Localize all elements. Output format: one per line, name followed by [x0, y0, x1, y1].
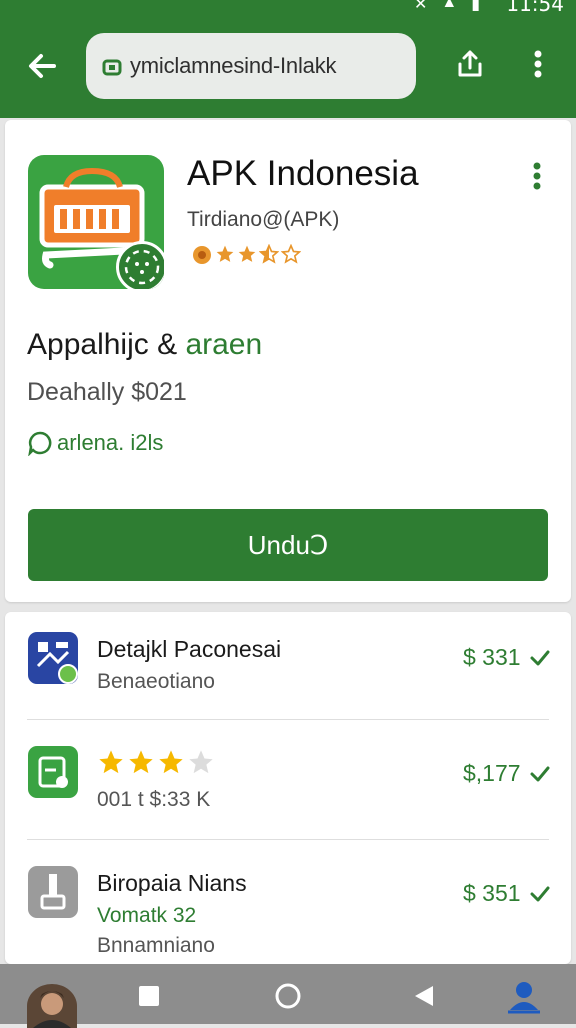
rating-badge-icon [193, 246, 211, 264]
app-thumbnail [28, 866, 78, 918]
list-item-meta: 001 t $:33 K [97, 788, 211, 811]
check-icon [530, 650, 550, 666]
list-item-rating [97, 748, 215, 776]
status-icons: ✕ ▲ ▮ [414, 0, 480, 14]
triangle-back-icon [415, 986, 433, 1006]
tools-icon [36, 642, 78, 684]
list-item-price: $ 351 [463, 880, 521, 906]
list-item-subtitle: Benaeotiano [97, 670, 215, 693]
document-icon [38, 756, 68, 788]
star-icon [129, 750, 153, 774]
star-icon [238, 245, 256, 262]
home-button[interactable] [270, 978, 306, 1014]
app-card-menu-button[interactable] [525, 158, 549, 194]
list-item-price: $,177 [463, 760, 521, 786]
star-half-icon [259, 244, 279, 264]
heading-accent: araen [185, 328, 263, 361]
list-item-subtitle: Vomatk 32 [97, 904, 197, 927]
person-icon [508, 982, 540, 1014]
overflow-menu-button[interactable] [522, 46, 554, 82]
status-bar: ✕ ▲ ▮ 11:54 [0, 0, 576, 16]
share-button[interactable] [452, 46, 488, 82]
system-nav-bar [0, 964, 576, 1028]
star-empty-icon [189, 750, 213, 774]
app-heading: Appalhijc & araen [27, 328, 262, 362]
app-thumbnail [28, 746, 78, 798]
top-app-bar: ✕ ▲ ▮ 11:54 ymiclamnesind-Inlakk [0, 0, 576, 118]
status-time: 11:54 [506, 0, 564, 16]
back-nav-button[interactable] [406, 978, 442, 1014]
check-icon [530, 886, 550, 902]
app-title: APK Indonesia [187, 154, 419, 193]
back-button[interactable] [22, 46, 62, 86]
more-vert-icon [534, 50, 542, 78]
app-thumbnail [28, 632, 78, 684]
avatar[interactable] [27, 984, 77, 1028]
star-outline-icon [281, 244, 301, 264]
back-arrow-icon [29, 54, 56, 78]
url-bar[interactable]: ymiclamnesind-Inlakk [86, 33, 416, 99]
list-item-price: $ 331 [463, 644, 521, 670]
url-text: ymiclamnesind-Inlakk [130, 53, 337, 78]
chat-text: arlena. i2ls [57, 430, 164, 455]
tool-icon [40, 874, 66, 910]
list-item[interactable]: Detajkl Paconesai Benaeotiano $ 331 [5, 612, 571, 728]
more-vert-icon [533, 162, 541, 190]
star-icon [159, 750, 183, 774]
person-avatar-icon [33, 991, 71, 1028]
star-icon [99, 750, 123, 774]
star-icon [216, 245, 234, 262]
list-divider [27, 839, 549, 840]
recents-button[interactable] [131, 978, 167, 1014]
lock-icon [102, 59, 122, 76]
heading-main: Appalhijc & [27, 328, 186, 361]
wifi-icon: ▲ [441, 0, 458, 11]
list-item[interactable]: 001 t $:33 K $,177 [5, 730, 571, 846]
app-publisher: Tirdiano@(APK) [187, 208, 340, 231]
list-item[interactable]: Biropaia Nians Vomatk 32 Bnnamniano $ 35… [5, 850, 571, 964]
signal-icon: ✕ [413, 0, 428, 13]
list-divider [27, 719, 549, 720]
chat-bubble-icon [28, 431, 52, 456]
circle-icon [275, 983, 301, 1009]
list-item-title: Biropaia Nians [97, 870, 247, 896]
badge-dots-icon [124, 249, 160, 285]
battery-icon: ▮ [471, 0, 480, 13]
list-item-detail: Bnnamniano [97, 934, 215, 957]
app-card: APK Indonesia Tirdiano@(APK) Appalhijc &… [5, 120, 571, 602]
app-badge [116, 241, 164, 289]
share-icon [458, 50, 482, 77]
square-icon [139, 986, 159, 1006]
app-icon[interactable] [28, 155, 164, 289]
assistant-button[interactable] [506, 978, 542, 1014]
app-rating [191, 244, 301, 266]
app-price: Deahally $021 [27, 378, 187, 406]
check-icon [530, 766, 550, 782]
app-chat-info: arlena. i2ls [27, 430, 163, 456]
download-button[interactable]: UnduↃ [28, 509, 548, 581]
related-apps-list: Detajkl Paconesai Benaeotiano $ 331 001 … [5, 612, 571, 964]
list-item-title: Detajkl Paconesai [97, 636, 282, 662]
